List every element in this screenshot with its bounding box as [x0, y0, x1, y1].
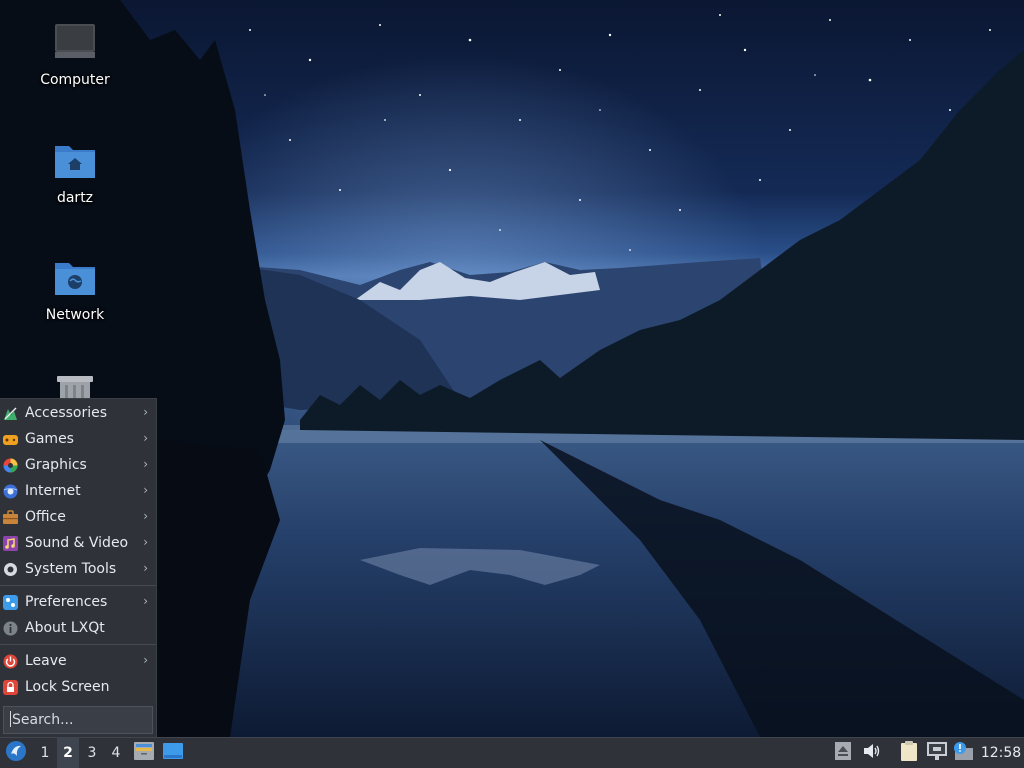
- menu-item-label: Preferences: [25, 594, 108, 610]
- submenu-arrow-icon: ›: [143, 653, 148, 667]
- quicklaunch-file-manager[interactable]: [133, 738, 155, 768]
- desktop-switch-4[interactable]: 4: [105, 738, 127, 768]
- desktop-icon: [163, 743, 183, 763]
- submenu-arrow-icon: ›: [143, 509, 148, 523]
- lxqt-logo-icon: [5, 740, 27, 766]
- graphics-icon: [3, 458, 18, 473]
- desktop-icon-network[interactable]: Network: [20, 257, 130, 323]
- search-placeholder: Search...: [12, 712, 74, 728]
- main-menu-button[interactable]: [4, 738, 28, 768]
- clipboard-icon: [900, 741, 918, 765]
- submenu-arrow-icon: ›: [143, 483, 148, 497]
- office-icon: [3, 509, 18, 525]
- submenu-arrow-icon: ›: [143, 535, 148, 549]
- power-icon: [3, 654, 18, 669]
- tray-clipboard[interactable]: [899, 738, 919, 768]
- taskbar: 1 2 3 4 12:58: [0, 737, 1024, 768]
- menu-item-accessories[interactable]: Accessories ›: [0, 400, 156, 426]
- preferences-icon: [3, 594, 18, 610]
- menu-item-label: Graphics: [25, 457, 87, 473]
- menu-search-input[interactable]: Search...: [3, 706, 153, 734]
- menu-item-lock-screen[interactable]: Lock Screen: [0, 674, 156, 700]
- menu-item-label: Leave: [25, 653, 67, 669]
- submenu-arrow-icon: ›: [143, 405, 148, 419]
- menu-item-internet[interactable]: Internet ›: [0, 478, 156, 504]
- menu-item-label: Lock Screen: [25, 679, 110, 695]
- submenu-arrow-icon: ›: [143, 457, 148, 471]
- menu-item-sound-video[interactable]: Sound & Video ›: [0, 530, 156, 556]
- games-icon: [3, 432, 18, 447]
- desktop-icon-label: Computer: [40, 72, 110, 88]
- tray-network[interactable]: [926, 738, 948, 768]
- menu-item-label: About LXQt: [25, 620, 105, 636]
- submenu-arrow-icon: ›: [143, 431, 148, 445]
- desktop-icon-label: dartz: [56, 190, 94, 206]
- menu-separator: [0, 644, 156, 645]
- clock[interactable]: 12:58: [980, 738, 1022, 768]
- desktop-switch-3[interactable]: 3: [81, 738, 103, 768]
- text-caret: [10, 711, 11, 727]
- info-icon: [3, 621, 18, 636]
- clock-time: 12:58: [980, 745, 1022, 761]
- file-manager-icon: [134, 742, 154, 764]
- menu-item-leave[interactable]: Leave ›: [0, 648, 156, 674]
- menu-item-preferences[interactable]: Preferences ›: [0, 589, 156, 615]
- lock-icon: [3, 679, 18, 695]
- main-menu: Accessories › Games › Graphics › Interne…: [0, 398, 157, 737]
- menu-item-office[interactable]: Office ›: [0, 504, 156, 530]
- tray-update-notifier[interactable]: [952, 738, 974, 768]
- menu-item-label: Office: [25, 509, 66, 525]
- menu-item-label: Internet: [25, 483, 81, 499]
- accessories-icon: [3, 406, 18, 421]
- sound-video-icon: [3, 535, 18, 551]
- menu-separator: [0, 585, 156, 586]
- menu-item-label: Accessories: [25, 405, 108, 421]
- home-folder-icon: [53, 140, 97, 180]
- update-notifier-icon: [953, 742, 973, 764]
- desktop-switch-2[interactable]: 2: [57, 738, 79, 768]
- system-tools-icon: [3, 562, 18, 577]
- menu-item-label: System Tools: [25, 561, 117, 577]
- desktop-switch-1[interactable]: 1: [34, 738, 56, 768]
- menu-item-label: Games: [25, 431, 74, 447]
- volume-icon: [863, 743, 881, 763]
- desktop-icon-home-folder[interactable]: dartz: [20, 140, 130, 206]
- tray-volume[interactable]: [862, 738, 882, 768]
- quicklaunch-show-desktop[interactable]: [162, 738, 184, 768]
- menu-item-system-tools[interactable]: System Tools ›: [0, 556, 156, 582]
- tray-eject[interactable]: [834, 738, 852, 768]
- internet-icon: [3, 484, 18, 499]
- desktop-icon-label: Network: [45, 307, 105, 323]
- menu-item-graphics[interactable]: Graphics ›: [0, 452, 156, 478]
- network-wired-icon: [927, 742, 947, 764]
- menu-item-label: Sound & Video: [25, 535, 129, 551]
- computer-icon: [53, 22, 97, 62]
- desktop-icon-computer[interactable]: Computer: [20, 22, 130, 88]
- network-folder-icon: [53, 257, 97, 297]
- menu-item-games[interactable]: Games ›: [0, 426, 156, 452]
- eject-icon: [835, 742, 851, 764]
- menu-item-about-lxqt[interactable]: About LXQt: [0, 615, 156, 641]
- submenu-arrow-icon: ›: [143, 561, 148, 575]
- submenu-arrow-icon: ›: [143, 594, 148, 608]
